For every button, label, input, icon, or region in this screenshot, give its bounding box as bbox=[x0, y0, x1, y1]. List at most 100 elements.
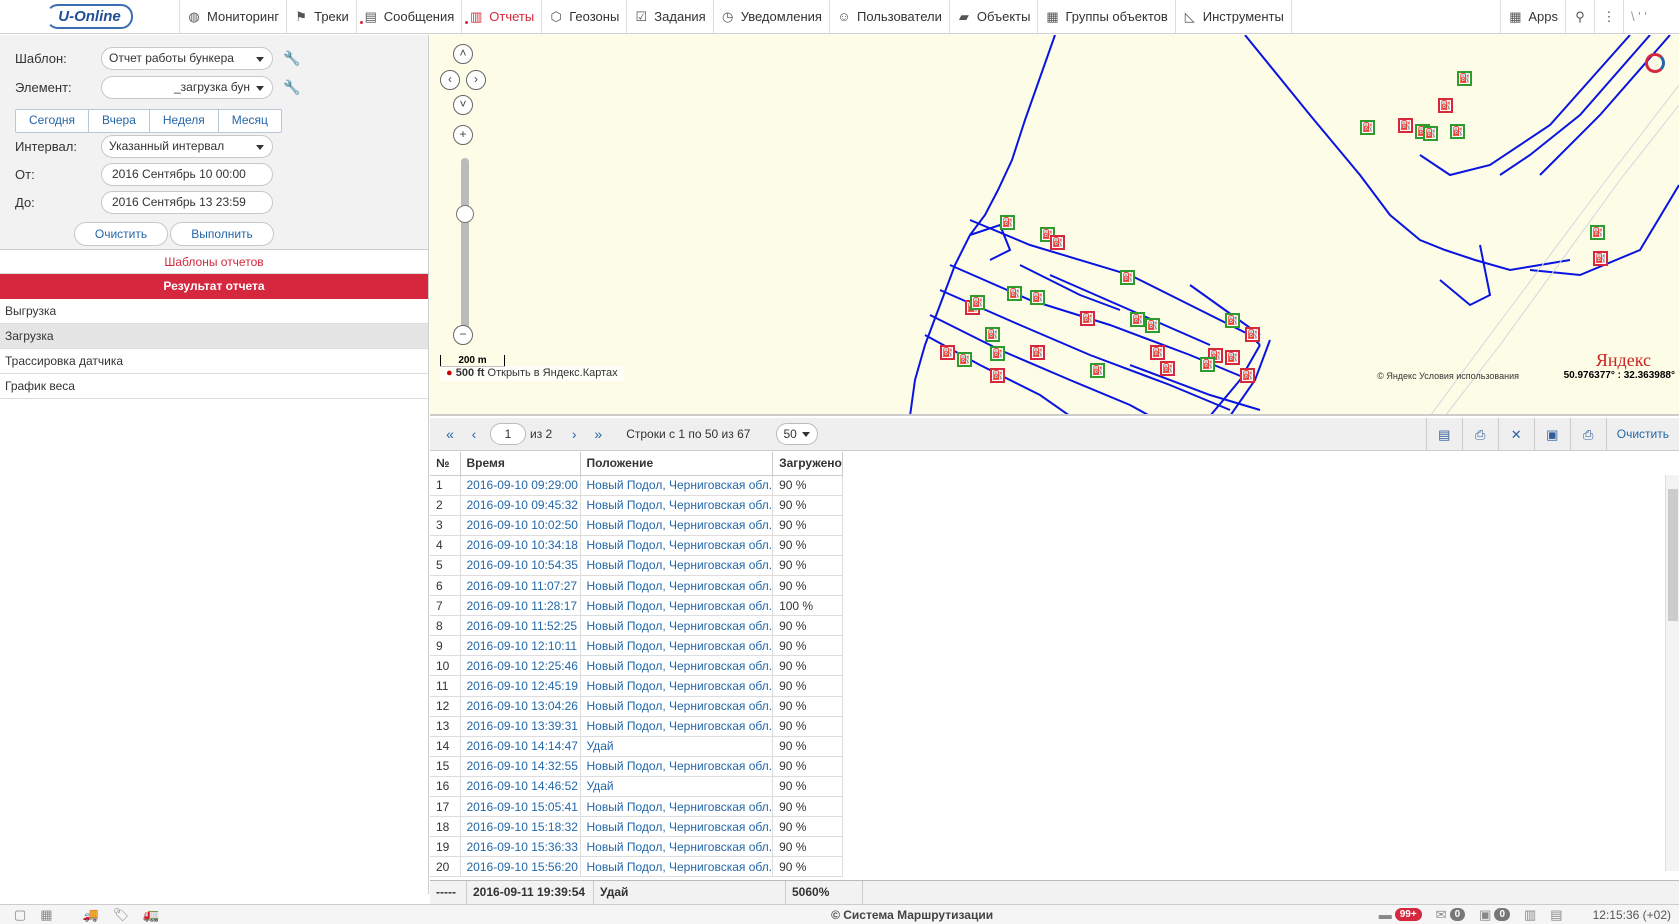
more-menu-button[interactable]: ⋮ bbox=[1594, 0, 1623, 33]
time-cell[interactable]: 2016-09-10 09:29:00 bbox=[460, 475, 581, 496]
table-row[interactable]: 1 2016-09-10 09:29:00 Новый Подол, Черниго… bbox=[430, 475, 844, 496]
table-row[interactable]: 4 2016-09-10 10:34:18 Новый Подол, Черниго… bbox=[430, 535, 844, 556]
fuel-drain-marker-icon[interactable]: ⛽ bbox=[1080, 311, 1095, 326]
fuel-fill-marker-icon[interactable]: ⛽ bbox=[1130, 312, 1145, 327]
column-header[interactable]: Время bbox=[460, 452, 581, 476]
location-cell[interactable]: Удай bbox=[580, 776, 774, 798]
time-cell[interactable]: 2016-09-10 12:10:11 bbox=[460, 635, 581, 657]
clear-button[interactable]: Очистить bbox=[74, 222, 168, 246]
open-yandex-link[interactable]: ● 500 ft Открыть в Яндекс.Картах bbox=[440, 366, 624, 381]
map-canvas[interactable] bbox=[430, 35, 1679, 416]
prev-page-button[interactable]: ‹ bbox=[462, 426, 486, 442]
time-cell[interactable]: 2016-09-10 13:04:26 bbox=[460, 696, 581, 717]
table-scrollbar[interactable] bbox=[1665, 475, 1679, 871]
table-row[interactable]: 5 2016-09-10 10:54:35 Новый Подол, Черниго… bbox=[430, 555, 844, 576]
nav-tasks[interactable]: ☑ Задания bbox=[627, 0, 714, 33]
pan-left-button[interactable]: ‹ bbox=[440, 70, 460, 90]
location-cell[interactable]: Новый Подол, Черниговская обл. bbox=[580, 555, 774, 576]
from-date-input[interactable]: 2016 Сентябрь 10 00:00 bbox=[101, 163, 273, 186]
pan-down-button[interactable]: ˅ bbox=[453, 95, 473, 115]
fuel-fill-marker-icon[interactable]: ⛽ bbox=[1120, 270, 1135, 285]
fuel-drain-marker-icon[interactable]: ⛽ bbox=[1150, 345, 1165, 360]
clear-report-button[interactable]: Очистить bbox=[1605, 417, 1679, 451]
period-button[interactable]: Сегодня bbox=[16, 110, 89, 132]
nav-truck[interactable]: ▰ Объекты bbox=[950, 0, 1039, 33]
location-cell[interactable]: Новый Подол, Черниговская обл. bbox=[580, 655, 774, 677]
fuel-drain-marker-icon[interactable]: ⛽ bbox=[1398, 118, 1413, 133]
truck-arrow-icon[interactable]: 🚛 bbox=[143, 907, 159, 923]
location-cell[interactable]: Новый Подол, Черниговская обл. bbox=[580, 475, 774, 496]
table-row[interactable]: 18 2016-09-10 15:18:32 Новый Подол, Черниг… bbox=[430, 816, 844, 838]
time-cell[interactable]: 2016-09-10 14:14:47 bbox=[460, 736, 581, 757]
run-button[interactable]: Выполнить bbox=[170, 222, 274, 246]
layout-icon[interactable]: ▥ bbox=[1524, 907, 1536, 923]
fuel-drain-marker-icon[interactable]: ⛽ bbox=[1240, 368, 1255, 383]
fuel-drain-marker-icon[interactable]: ⛽ bbox=[1245, 327, 1260, 342]
fuel-drain-marker-icon[interactable]: ⛽ bbox=[1225, 350, 1240, 365]
fuel-fill-marker-icon[interactable]: ⛽ bbox=[970, 295, 985, 310]
nav-flag[interactable]: ⚑ Треки bbox=[287, 0, 357, 33]
map-icon[interactable]: ▤ bbox=[1550, 907, 1562, 923]
nav-user[interactable]: ☺ Пользователи bbox=[830, 0, 950, 33]
table-row[interactable]: 14 2016-09-10 14:14:47 Удай 90 % bbox=[430, 736, 844, 757]
table-row[interactable]: 11 2016-09-10 12:45:19 Новый Подол, Черниг… bbox=[430, 675, 844, 697]
column-header[interactable]: Загружено bbox=[772, 452, 844, 476]
location-cell[interactable]: Новый Подол, Черниговская обл. bbox=[580, 515, 774, 536]
fuel-fill-marker-icon[interactable]: ⛽ bbox=[1225, 313, 1240, 328]
result-item[interactable]: Загрузка bbox=[0, 324, 428, 349]
result-item[interactable]: График веса bbox=[0, 374, 428, 399]
location-cell[interactable]: Новый Подол, Черниговская обл. bbox=[580, 756, 774, 777]
fuel-fill-marker-icon[interactable]: ⛽ bbox=[1590, 225, 1605, 240]
fuel-drain-marker-icon[interactable]: ⛽ bbox=[1050, 235, 1065, 250]
nav-globe[interactable]: ◍ Мониторинг bbox=[180, 0, 288, 33]
fuel-drain-marker-icon[interactable]: ⛽ bbox=[1160, 361, 1175, 376]
table-row[interactable]: 12 2016-09-10 13:04:26 Новый Подол, Черниг… bbox=[430, 696, 844, 717]
location-cell[interactable]: Новый Подол, Черниговская обл. bbox=[580, 816, 774, 838]
table-row[interactable]: 16 2016-09-10 14:46:52 Удай 90 % bbox=[430, 776, 844, 798]
rows-per-page-select[interactable]: 50 bbox=[776, 423, 819, 445]
time-cell[interactable]: 2016-09-10 11:07:27 bbox=[460, 575, 581, 597]
fuel-fill-marker-icon[interactable]: ⛽ bbox=[990, 346, 1005, 361]
notifications-icon[interactable]: ▬ bbox=[1379, 907, 1392, 922]
export-xls-icon[interactable]: ✕ bbox=[1497, 417, 1534, 451]
time-cell[interactable]: 2016-09-10 11:28:17 bbox=[460, 595, 581, 617]
period-button[interactable]: Вчера bbox=[89, 110, 150, 132]
save-file-icon[interactable]: ▣ bbox=[1533, 417, 1570, 451]
fuel-fill-marker-icon[interactable]: ⛽ bbox=[1007, 286, 1022, 301]
time-cell[interactable]: 2016-09-10 11:52:25 bbox=[460, 615, 581, 637]
table-row[interactable]: 10 2016-09-10 12:25:46 Новый Подол, Черниг… bbox=[430, 655, 844, 677]
result-header[interactable]: Результат отчета bbox=[0, 274, 428, 299]
column-header[interactable]: Положение bbox=[580, 452, 774, 476]
time-cell[interactable]: 2016-09-10 13:39:31 bbox=[460, 716, 581, 737]
table-row[interactable]: 17 2016-09-10 15:05:41 Новый Подол, Черниг… bbox=[430, 796, 844, 818]
location-cell[interactable]: Новый Подол, Черниговская обл. bbox=[580, 635, 774, 657]
zoom-in-button[interactable]: + bbox=[453, 125, 473, 145]
table-row[interactable]: 8 2016-09-10 11:52:25 Новый Подол, Черниго… bbox=[430, 615, 844, 637]
nav-alarm[interactable]: ◷ Уведомления bbox=[714, 0, 830, 33]
location-cell[interactable]: Новый Подол, Черниговская обл. bbox=[580, 595, 774, 617]
fuel-drain-marker-icon[interactable]: ⛽ bbox=[940, 345, 955, 360]
location-cell[interactable]: Новый Подол, Черниговская обл. bbox=[580, 535, 774, 556]
photo-icon[interactable]: ▣ bbox=[1479, 907, 1491, 923]
location-cell[interactable]: Новый Подол, Черниговская обл. bbox=[580, 796, 774, 818]
nav-reports[interactable]: ▥ Отчеты bbox=[462, 0, 543, 33]
nav-geofence[interactable]: ⬡ Геозоны bbox=[542, 0, 628, 33]
fuel-fill-marker-icon[interactable]: ⛽ bbox=[1423, 126, 1438, 141]
location-cell[interactable]: Новый Подол, Черниговская обл. bbox=[580, 836, 774, 858]
time-cell[interactable]: 2016-09-10 10:34:18 bbox=[460, 535, 581, 556]
time-cell[interactable]: 2016-09-10 15:56:20 bbox=[460, 856, 581, 878]
fuel-fill-marker-icon[interactable]: ⛽ bbox=[985, 327, 1000, 342]
grid-view-icon[interactable]: ▦ bbox=[40, 907, 52, 923]
table-row[interactable]: 3 2016-09-10 10:02:50 Новый Подол, Черниго… bbox=[430, 515, 844, 536]
first-page-button[interactable]: « bbox=[438, 426, 462, 442]
fuel-fill-marker-icon[interactable]: ⛽ bbox=[1200, 357, 1215, 372]
table-row[interactable]: 2 2016-09-10 09:45:32 Новый Подол, Черниго… bbox=[430, 495, 844, 516]
template-select[interactable]: Отчет работы бункера bbox=[101, 47, 273, 70]
time-cell[interactable]: 2016-09-10 15:36:33 bbox=[460, 836, 581, 858]
location-cell[interactable]: Новый Подол, Черниговская обл. bbox=[580, 716, 774, 737]
zoom-slider-handle[interactable] bbox=[456, 205, 474, 223]
app-logo[interactable]: U-Online bbox=[0, 0, 180, 33]
truck-icon[interactable]: 🚚 bbox=[83, 907, 99, 923]
fuel-fill-marker-icon[interactable]: ⛽ bbox=[957, 352, 972, 367]
time-cell[interactable]: 2016-09-10 15:18:32 bbox=[460, 816, 581, 838]
